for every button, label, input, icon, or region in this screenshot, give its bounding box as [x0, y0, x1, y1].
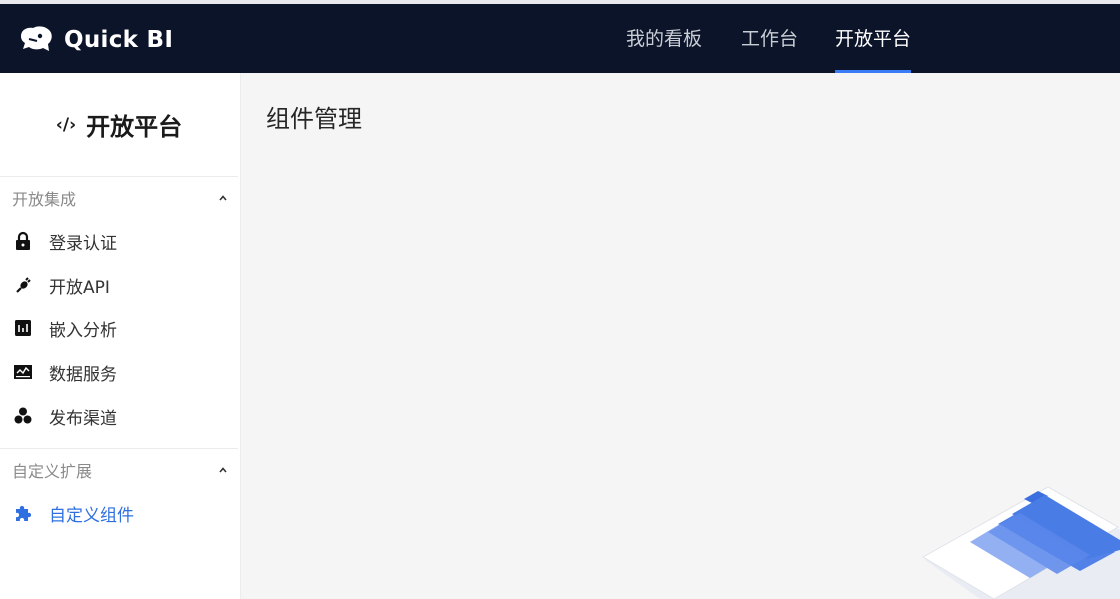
- sidebar-item-open-api[interactable]: 开放API: [12, 269, 232, 301]
- logo-text: Quick BI: [64, 27, 174, 53]
- sidebar-item-label: 数据服务: [49, 364, 117, 385]
- group-custom-extension[interactable]: 自定义扩展: [12, 458, 228, 482]
- nav-open-platform[interactable]: 开放平台: [835, 4, 912, 73]
- sidebar-item-data-service[interactable]: 数据服务: [12, 356, 232, 388]
- page-title: 组件管理: [266, 105, 362, 133]
- group-label: 开放集成: [12, 190, 77, 209]
- sidebar-item-label: 登录认证: [49, 233, 117, 254]
- sidebar-item-label: 发布渠道: [49, 408, 117, 429]
- sidebar-item-label: 自定义组件: [49, 505, 134, 526]
- sidebar-item-label: 嵌入分析: [49, 320, 117, 341]
- top-navigation-bar: Quick BI 我的看板 工作台 开放平台: [0, 0, 1120, 73]
- quick-bi-logo[interactable]: Quick BI: [18, 24, 173, 56]
- sidebar-item-publish-channel[interactable]: 发布渠道: [12, 400, 232, 432]
- hexagon-cluster-icon: [12, 406, 34, 426]
- sidebar-header: ‹/› 开放平台: [0, 73, 238, 177]
- data-service-icon: [12, 362, 34, 382]
- sidebar-item-label: 开放API: [49, 277, 110, 298]
- code-icon: ‹/›: [55, 114, 77, 135]
- group-divider: [0, 448, 238, 449]
- nav-my-dashboard[interactable]: 我的看板: [626, 4, 702, 73]
- quick-bi-logo-icon: [21, 26, 52, 51]
- chevron-up-icon: [219, 195, 227, 201]
- document-illustration: [921, 486, 1120, 599]
- sidebar-item-login-auth[interactable]: 登录认证: [12, 225, 232, 257]
- puzzle-icon: [12, 503, 34, 523]
- nav-workbench[interactable]: 工作台: [741, 4, 798, 73]
- sidebar-item-custom-component[interactable]: 自定义组件: [12, 497, 232, 529]
- group-open-integration[interactable]: 开放集成: [12, 186, 228, 210]
- sidebar-item-embedded-analysis[interactable]: 嵌入分析: [12, 312, 232, 344]
- chevron-up-icon: [219, 467, 227, 473]
- embed-chart-icon: [12, 318, 34, 338]
- lock-icon: [12, 231, 34, 251]
- sidebar: ‹/› 开放平台 开放集成 登录认证 开放API 嵌入分析 数据服务 发布渠道 …: [0, 73, 241, 599]
- group-label: 自定义扩展: [12, 462, 93, 481]
- plug-icon: [12, 275, 34, 295]
- sidebar-title: 开放平台: [86, 113, 183, 141]
